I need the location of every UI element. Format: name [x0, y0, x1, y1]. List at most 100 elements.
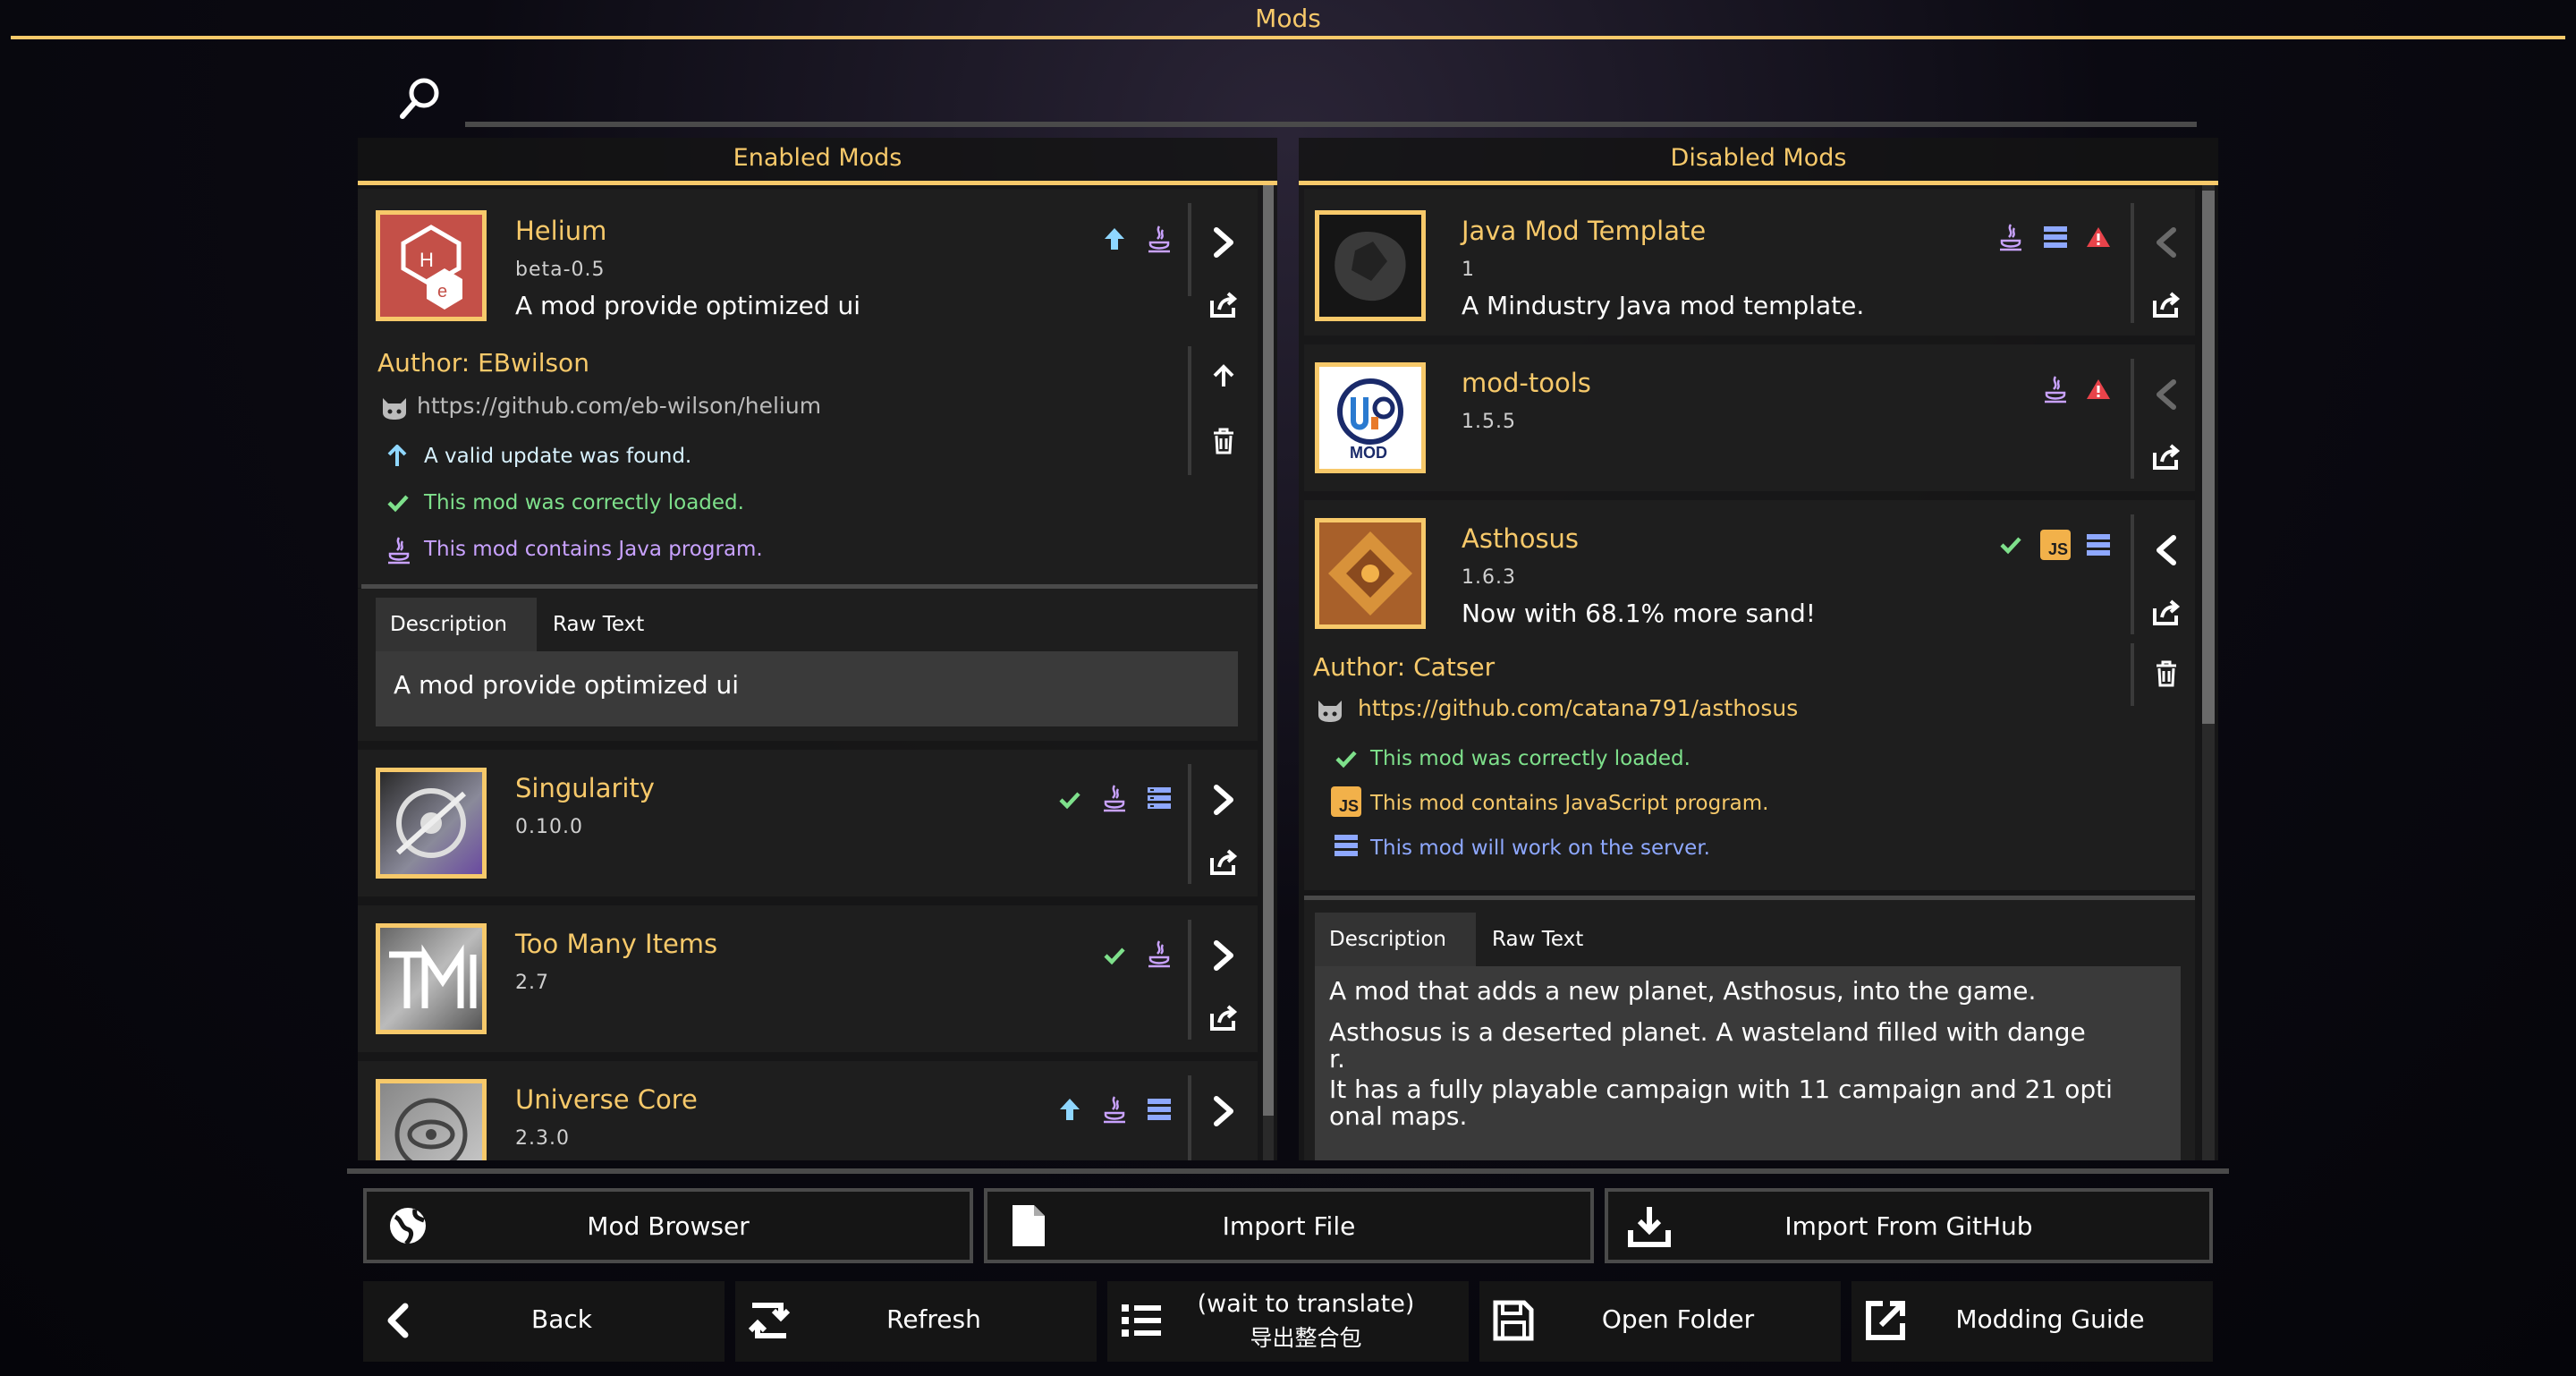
description-line: A mod that adds a new planet, Asthosus, …	[1329, 976, 2037, 1006]
mod-version: 2.7	[515, 972, 549, 994]
description-line: r.	[1329, 1044, 1345, 1074]
disabled-mods-header: Disabled Mods	[1299, 138, 2218, 185]
modding-guide-button[interactable]: Modding Guide	[1852, 1281, 2213, 1362]
check-icon	[386, 493, 410, 513]
enabled-mods-header: Enabled Mods	[358, 138, 1277, 185]
open-folder-button[interactable]: Open Folder	[1479, 1281, 1841, 1362]
import-github-label: Import From GitHub	[1784, 1211, 2033, 1241]
move-up-arrow-icon[interactable]	[1206, 359, 1241, 395]
mod-card-helium[interactable]: H e Helium beta-0.5 A mod provide optimi…	[358, 189, 1258, 588]
enabled-mods-title: Enabled Mods	[733, 144, 902, 172]
enabled-scrollbar-thumb[interactable]	[1263, 185, 1274, 1116]
action-separator	[2131, 203, 2134, 323]
javascript-icon: JS	[2038, 527, 2073, 563]
mod-short-desc: A Mindustry Java mod template.	[1462, 291, 1865, 320]
mod-name: Universe Core	[515, 1084, 698, 1115]
share-icon[interactable]	[2148, 595, 2184, 631]
mod-name: Too Many Items	[515, 929, 718, 959]
info-java: This mod contains Java program.	[424, 538, 763, 561]
delete-trash-icon[interactable]	[1206, 423, 1241, 459]
java-icon	[1097, 780, 1132, 816]
enabled-scrollbar[interactable]	[1263, 185, 1274, 1160]
action-separator	[1188, 203, 1191, 296]
enable-chevron-icon[interactable]	[2148, 225, 2184, 260]
check-icon	[1993, 527, 2029, 563]
update-arrow-icon	[1097, 221, 1132, 257]
tab-description[interactable]: Description	[1315, 913, 1461, 966]
share-icon[interactable]	[1206, 845, 1241, 880]
enable-chevron-icon[interactable]	[2148, 377, 2184, 412]
disabled-scrollbar[interactable]	[2202, 185, 2215, 1160]
info-loaded: This mod was correctly loaded.	[424, 491, 744, 514]
mod-card-singularity[interactable]: Singularity 0.10.0	[358, 750, 1258, 896]
server-icon	[2080, 527, 2116, 563]
mod-version: beta-0.5	[515, 259, 606, 281]
tab-description[interactable]: Description	[376, 598, 521, 651]
server-icon	[1141, 1091, 1177, 1127]
mod-card-universe-core[interactable]: Universe Core 2.3.0	[358, 1061, 1258, 1160]
github-icon	[379, 396, 411, 423]
back-button[interactable]: Back	[363, 1281, 724, 1362]
java-icon	[1097, 1091, 1132, 1127]
js-badge: JS	[2040, 530, 2071, 560]
disabled-scrollbar-thumb[interactable]	[2202, 191, 2215, 724]
share-icon[interactable]	[1206, 287, 1241, 323]
share-icon[interactable]	[1206, 1000, 1241, 1036]
mod-name: Helium	[515, 216, 607, 246]
import-file-label: Import File	[1222, 1211, 1356, 1241]
mod-name: Singularity	[515, 773, 655, 803]
mod-thumbnail-helium: H e	[376, 210, 487, 321]
action-separator	[2131, 359, 2134, 479]
tab-raw-text[interactable]: Raw Text	[1478, 913, 1597, 966]
mod-thumbnail-singularity	[376, 768, 487, 879]
share-icon[interactable]	[2148, 439, 2184, 475]
import-file-button[interactable]: Import File	[984, 1188, 1594, 1263]
svg-text:e: e	[437, 282, 447, 302]
mod-browser-label: Mod Browser	[587, 1211, 750, 1241]
title-underline	[11, 36, 2565, 39]
mod-description-section: Description Raw Text A mod that adds a n…	[1304, 900, 2195, 1160]
export-modpack-button[interactable]: (wait to translate) 导出整合包	[1107, 1281, 1469, 1362]
check-icon	[1097, 938, 1132, 973]
mod-card-mod-tools[interactable]: MOD mod-tools 1.5.5	[1304, 344, 2195, 491]
server-icon	[1141, 780, 1177, 816]
java-icon	[2038, 371, 2073, 407]
enable-chevron-icon[interactable]	[2148, 532, 2184, 568]
mod-card-java-mod-template[interactable]: Java Mod Template 1 A Mindustry Java mod…	[1304, 189, 2195, 336]
disabled-mods-title: Disabled Mods	[1670, 144, 1847, 172]
disable-chevron-icon[interactable]	[1206, 1093, 1241, 1129]
mod-url-link[interactable]: https://github.com/catana791/asthosus	[1358, 695, 1798, 721]
mod-version: 0.10.0	[515, 816, 583, 838]
java-icon	[1141, 221, 1177, 257]
title-bar: Mods	[0, 0, 2576, 41]
search-input[interactable]	[465, 122, 2197, 127]
refresh-button[interactable]: Refresh	[735, 1281, 1097, 1362]
mod-version: 1	[1462, 259, 1475, 281]
check-icon	[1052, 782, 1088, 818]
mod-name: Asthosus	[1462, 523, 1580, 554]
mod-url-link[interactable]: https://github.com/eb-wilson/helium	[417, 393, 821, 419]
delete-trash-icon[interactable]	[2148, 656, 2184, 692]
import-github-button[interactable]: Import From GitHub	[1605, 1188, 2213, 1263]
mod-card-too-many-items[interactable]: Too Many Items 2.7	[358, 905, 1258, 1052]
disable-chevron-icon[interactable]	[1206, 782, 1241, 818]
disable-chevron-icon[interactable]	[1206, 225, 1241, 260]
action-separator	[1188, 920, 1191, 1040]
tab-raw-text[interactable]: Raw Text	[538, 598, 658, 651]
mod-browser-button[interactable]: Mod Browser	[363, 1188, 973, 1263]
info-javascript: This mod contains JavaScript program.	[1370, 792, 1769, 815]
github-icon	[1315, 699, 1347, 726]
mod-card-asthosus[interactable]: Asthosus 1.6.3 Now with 68.1% more sand!…	[1304, 500, 2195, 890]
action-separator	[1188, 346, 1191, 475]
export-label-line2: 导出整合包	[1250, 1325, 1362, 1351]
bottom-divider	[347, 1168, 2229, 1174]
info-update-found: A valid update was found.	[424, 445, 692, 468]
action-separator	[2131, 514, 2134, 634]
server-icon	[1333, 833, 1360, 858]
svg-text:H: H	[419, 249, 434, 271]
search-icon[interactable]	[394, 72, 447, 125]
share-icon[interactable]	[2148, 287, 2184, 323]
disable-chevron-icon[interactable]	[1206, 938, 1241, 973]
description-text: A mod provide optimized ui	[394, 670, 740, 700]
window-title: Mods	[1255, 4, 1321, 33]
